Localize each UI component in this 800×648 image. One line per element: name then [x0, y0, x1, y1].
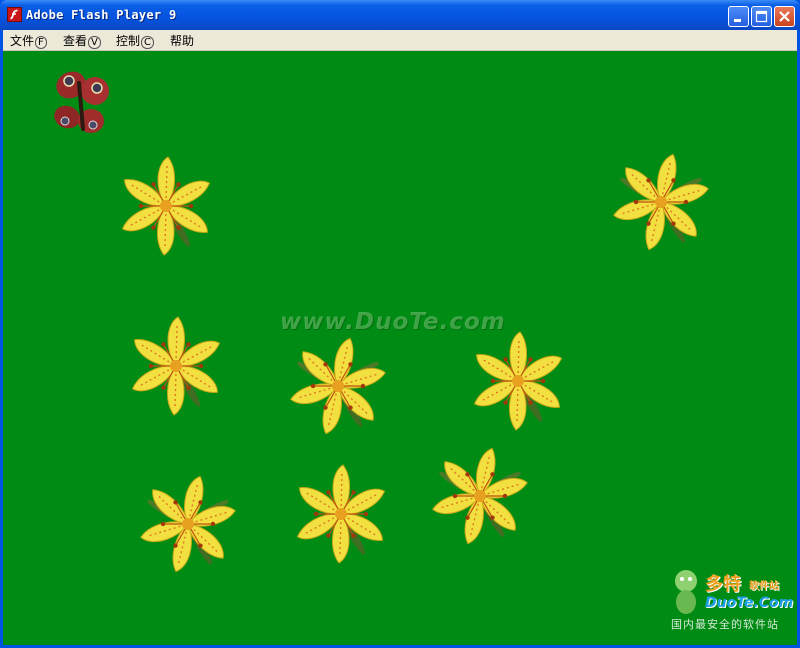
lily-flower[interactable] — [463, 326, 573, 436]
mascot-icon — [675, 570, 697, 614]
menu-help[interactable]: 帮助 — [170, 32, 194, 49]
lily-flower[interactable] — [286, 459, 396, 569]
flash-stage[interactable]: www.DuoTe.com 多特 软件站 DuoTe.Com 国内最安全的软件站 — [3, 51, 797, 645]
close-button[interactable] — [774, 6, 795, 27]
menu-control-accesskey: C — [141, 36, 154, 49]
minimize-icon — [734, 19, 741, 22]
flash-player-icon — [7, 7, 22, 22]
menu-file-label: 文件 — [10, 34, 35, 48]
menu-file-accesskey: F — [35, 36, 47, 49]
lily-flower[interactable] — [606, 147, 716, 257]
flash-player-window: Adobe Flash Player 9 文件 F 查看 V 控制 C 帮助 w… — [0, 0, 800, 648]
menu-control[interactable]: 控制 C — [116, 32, 154, 49]
minimize-button[interactable] — [728, 6, 749, 27]
butterfly-icon[interactable] — [47, 63, 113, 141]
logo-name: 多特 — [705, 574, 741, 595]
menu-control-label: 控制 — [116, 34, 141, 48]
close-icon — [779, 11, 790, 22]
logo-slogan: 国内最安全的软件站 — [671, 618, 779, 631]
lily-flower[interactable] — [133, 469, 243, 579]
menu-view-label: 查看 — [63, 34, 88, 48]
maximize-button[interactable] — [751, 6, 772, 27]
title-bar[interactable]: Adobe Flash Player 9 — [0, 0, 800, 30]
lily-flower[interactable] — [111, 151, 221, 261]
menu-help-label: 帮助 — [170, 34, 195, 48]
menu-file[interactable]: 文件 F — [10, 32, 47, 49]
menu-view-accesskey: V — [88, 36, 101, 49]
lily-flower[interactable] — [425, 441, 535, 551]
logo-name-suffix: 软件站 — [749, 581, 779, 592]
menu-view[interactable]: 查看 V — [63, 32, 101, 49]
lily-flower[interactable] — [121, 311, 231, 421]
duote-logo: 多特 软件站 DuoTe.Com 国内最安全的软件站 — [663, 566, 797, 644]
window-title: Adobe Flash Player 9 — [26, 8, 177, 22]
menu-bar: 文件 F 查看 V 控制 C 帮助 — [3, 30, 797, 51]
logo-site: DuoTe.Com — [705, 595, 794, 611]
lily-flower[interactable] — [283, 331, 393, 441]
maximize-icon — [755, 10, 768, 23]
